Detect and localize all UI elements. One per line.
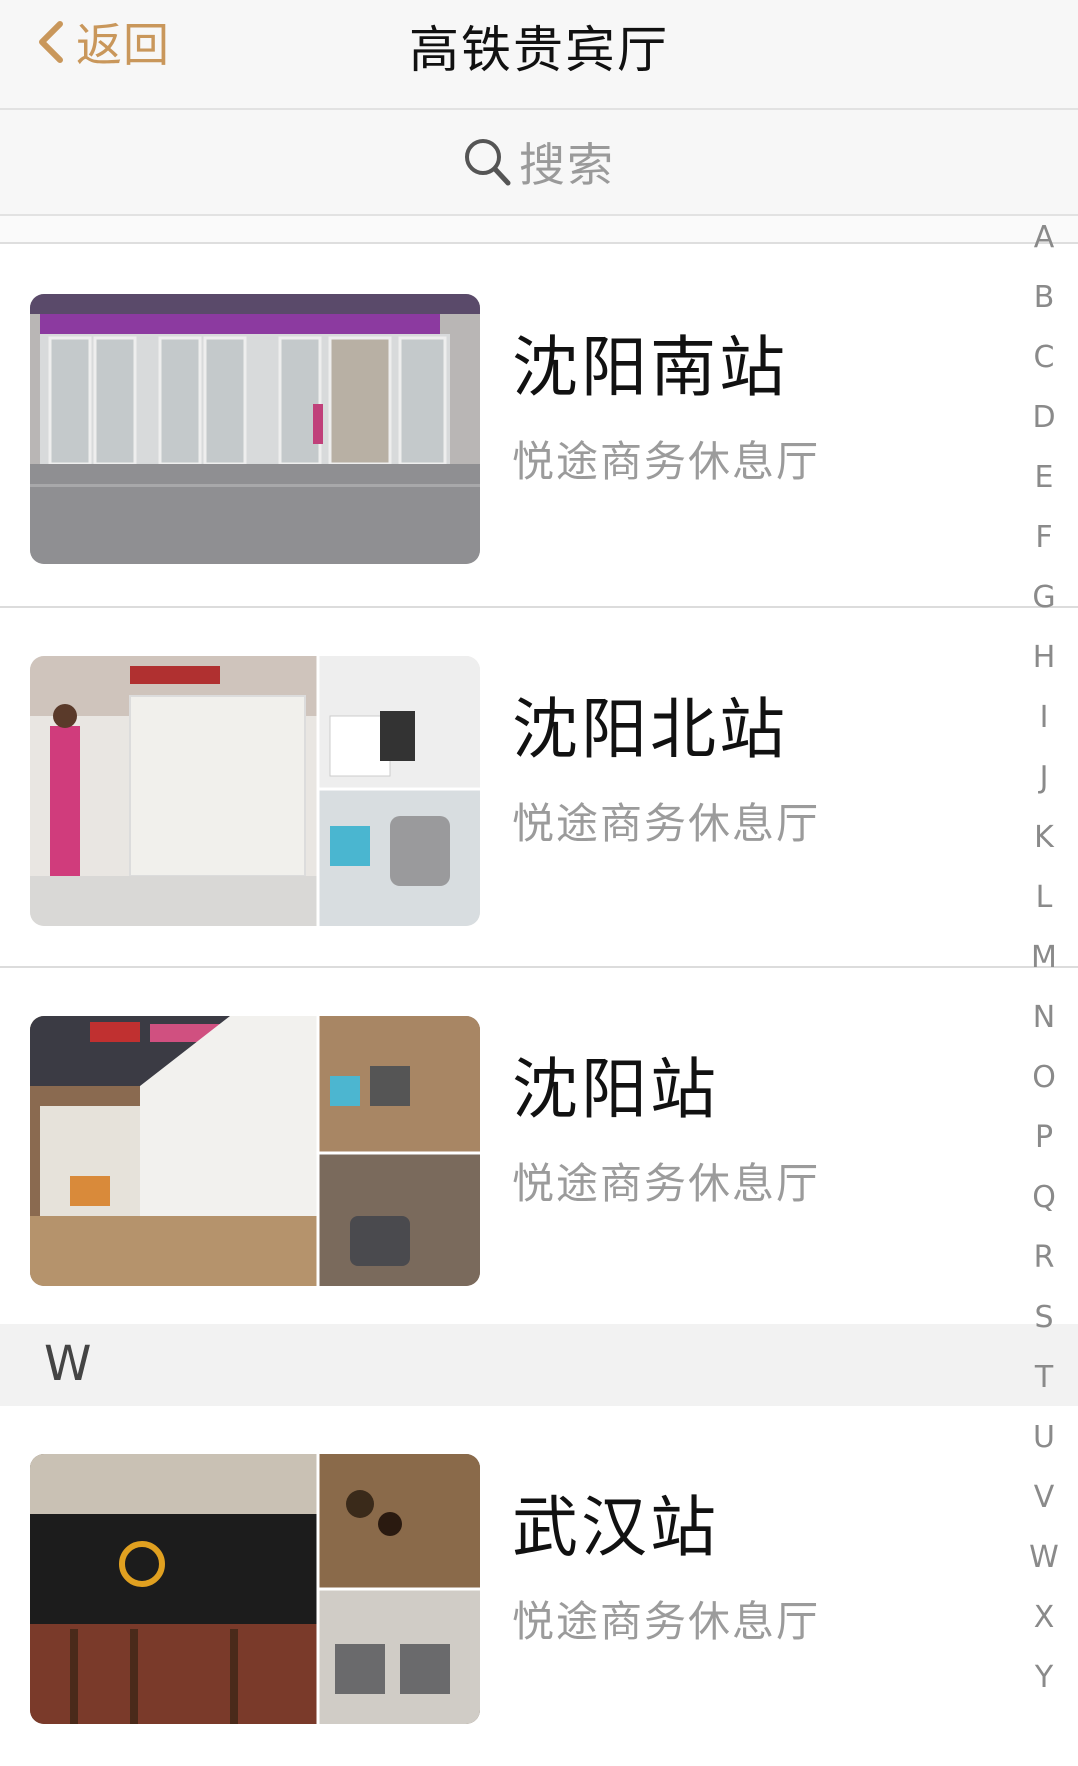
list-top-strip <box>0 216 1078 244</box>
index-letter[interactable]: B <box>1020 280 1068 315</box>
list-item[interactable]: 沈阳北站 悦途商务休息厅 <box>0 608 1078 968</box>
index-letter[interactable]: S <box>1020 1300 1068 1335</box>
index-letter[interactable]: F <box>1020 520 1068 555</box>
list-item[interactable]: 沈阳南站 悦途商务休息厅 <box>0 246 1078 606</box>
index-letter[interactable]: T <box>1020 1360 1068 1395</box>
index-letter[interactable]: C <box>1020 340 1068 375</box>
station-name: 沈阳站 <box>512 1051 719 1128</box>
index-letter[interactable]: J <box>1020 760 1068 795</box>
index-letter[interactable]: X <box>1020 1600 1068 1635</box>
index-letter[interactable]: V <box>1020 1480 1068 1515</box>
station-name: 武汉站 <box>512 1489 719 1566</box>
search-icon <box>465 139 511 186</box>
list-item[interactable]: 沈阳站 悦途商务休息厅 <box>0 968 1078 1328</box>
index-letter[interactable]: K <box>1020 820 1068 855</box>
index-letter[interactable]: I <box>1020 700 1068 735</box>
index-letter[interactable]: A <box>1020 220 1068 255</box>
search-input[interactable]: 搜索 <box>463 129 615 195</box>
station-name: 沈阳南站 <box>512 329 788 406</box>
index-letter[interactable]: H <box>1020 640 1068 675</box>
index-letter[interactable]: U <box>1020 1420 1068 1455</box>
section-letter: W <box>44 1336 92 1392</box>
lounge-photo <box>30 656 480 926</box>
search-placeholder: 搜索 <box>519 138 615 192</box>
index-letter[interactable]: Q <box>1020 1180 1068 1215</box>
lounge-name: 悦途商务休息厅 <box>512 437 821 486</box>
index-letter[interactable]: P <box>1020 1120 1068 1155</box>
index-letter[interactable]: E <box>1020 460 1068 495</box>
lounge-photo <box>30 1454 480 1724</box>
index-letter[interactable]: W <box>1020 1540 1068 1575</box>
page-title: 高铁贵宾厅 <box>409 21 669 79</box>
navigation-bar: 返回 高铁贵宾厅 <box>0 0 1078 110</box>
lounge-photo <box>30 294 480 564</box>
index-letter[interactable]: R <box>1020 1240 1068 1275</box>
alphabet-index[interactable]: A B C D E F G H I J K L M N O P Q R S T … <box>1020 220 1068 1710</box>
lounge-name: 悦途商务休息厅 <box>512 799 821 848</box>
index-letter[interactable]: N <box>1020 1000 1068 1035</box>
index-letter[interactable]: G <box>1020 580 1068 615</box>
station-name: 沈阳北站 <box>512 691 788 768</box>
index-letter[interactable]: Y <box>1020 1660 1068 1695</box>
lounge-name: 悦途商务休息厅 <box>512 1597 821 1646</box>
lounge-photo <box>30 1016 480 1286</box>
index-letter[interactable]: D <box>1020 400 1068 435</box>
lounge-name: 悦途商务休息厅 <box>512 1159 821 1208</box>
search-bar: 搜索 <box>0 110 1078 216</box>
section-header: W <box>0 1324 1078 1406</box>
list-item[interactable]: 武汉站 悦途商务休息厅 <box>0 1406 1078 1766</box>
index-letter[interactable]: M <box>1020 940 1068 975</box>
index-letter[interactable]: O <box>1020 1060 1068 1095</box>
index-letter[interactable]: L <box>1020 880 1068 915</box>
